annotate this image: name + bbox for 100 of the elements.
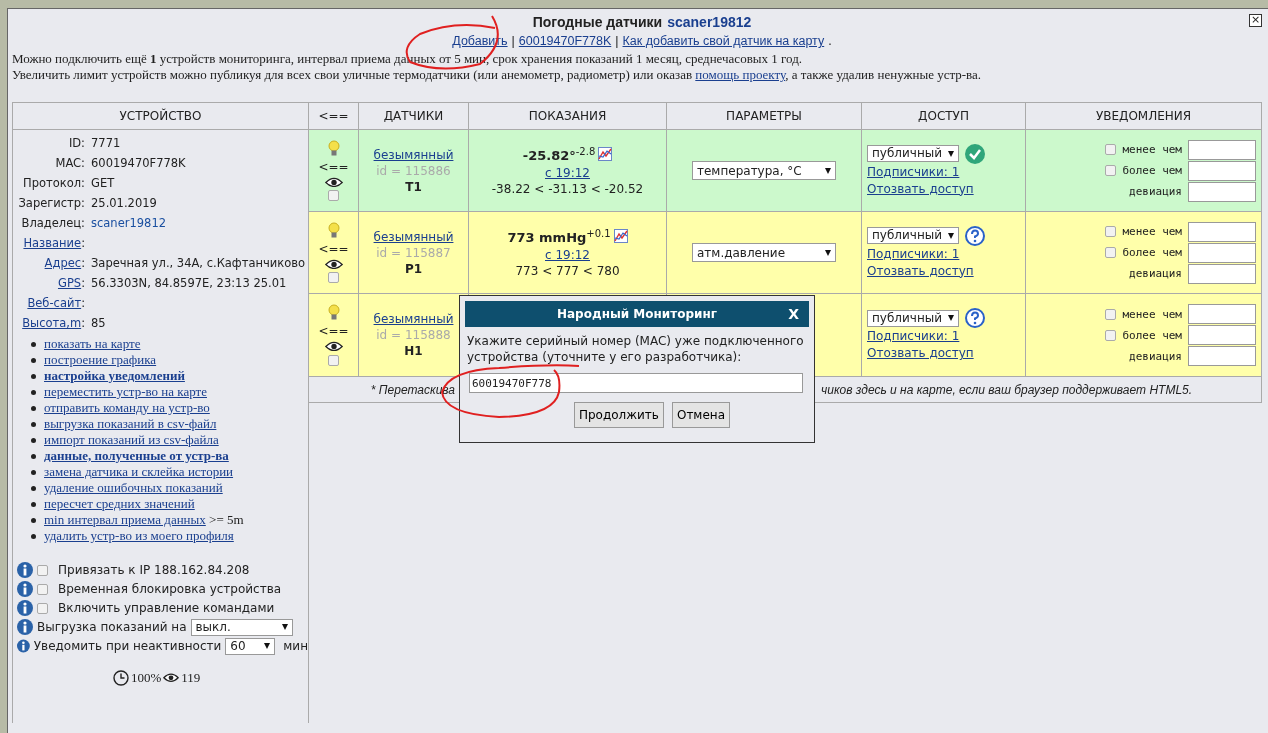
- help-icon[interactable]: [965, 225, 985, 246]
- bullet-icon: [31, 389, 36, 395]
- sensor-code: H1: [404, 343, 423, 359]
- caret-icon: [264, 643, 271, 649]
- bullet-icon: [31, 501, 36, 507]
- since-link[interactable]: с 19:12: [545, 246, 590, 263]
- checkbox[interactable]: [328, 272, 339, 284]
- bullet-icon: [31, 469, 36, 475]
- access-dropdown[interactable]: публичный: [867, 145, 959, 162]
- threshold-field[interactable]: [1188, 263, 1256, 284]
- parameter-dropdown[interactable]: температура, °C: [692, 161, 836, 180]
- info-icon[interactable]: [17, 562, 33, 578]
- threshold-field[interactable]: [1188, 304, 1256, 324]
- field-value[interactable]: scaner19812: [91, 216, 308, 230]
- column-header: ДОСТУП: [862, 102, 1026, 130]
- clock-icon: [113, 670, 129, 686]
- action-link[interactable]: min интервал приема данных: [44, 512, 206, 527]
- threshold-field[interactable]: [1188, 221, 1256, 242]
- threshold-field[interactable]: [1188, 346, 1256, 366]
- action-link[interactable]: показать на карте: [44, 336, 141, 351]
- checkbox[interactable]: [37, 583, 48, 595]
- eye-icon[interactable]: [324, 258, 343, 270]
- eye-icon[interactable]: [324, 176, 343, 188]
- action-link[interactable]: импорт показаний из csv-файла: [44, 432, 219, 447]
- checkbox[interactable]: [1105, 144, 1117, 155]
- checkbox[interactable]: [1105, 226, 1117, 237]
- checkbox[interactable]: [37, 602, 48, 614]
- action-link[interactable]: выгрузка показаний в csv-файл: [44, 416, 217, 431]
- dropdown[interactable]: 60: [225, 637, 276, 655]
- field-label: MAC:: [55, 156, 85, 170]
- threshold-field[interactable]: [1188, 181, 1256, 202]
- action-link[interactable]: удаление ошибочных показаний: [44, 480, 223, 495]
- arrow-text[interactable]: <==: [318, 241, 349, 256]
- field-label[interactable]: Высота,m:: [22, 316, 85, 330]
- dialog-button[interactable]: Отмена: [671, 402, 730, 428]
- revoke-link[interactable]: Отозвать доступ: [867, 345, 974, 362]
- chart-icon[interactable]: [613, 229, 628, 244]
- checkbox[interactable]: [1105, 165, 1117, 176]
- info-icon[interactable]: [17, 619, 33, 635]
- field-value: 25.01.2019: [91, 196, 158, 210]
- bullet-icon: [31, 421, 36, 427]
- info-icon[interactable]: [17, 638, 30, 654]
- access-dropdown[interactable]: публичный: [867, 309, 959, 327]
- caret-icon: [948, 232, 954, 239]
- info-icon[interactable]: [17, 581, 33, 597]
- chart-icon[interactable]: [598, 147, 613, 162]
- action-link[interactable]: переместить устр-во на карте: [44, 384, 207, 399]
- action-link[interactable]: построение графика: [44, 352, 157, 367]
- action-link[interactable]: данные, полученные от устр-ва: [44, 448, 229, 463]
- field-label[interactable]: Название:: [23, 236, 85, 250]
- threshold-field[interactable]: [1188, 139, 1256, 160]
- eye-icon[interactable]: [163, 673, 180, 683]
- alert-label: девиация: [1129, 349, 1182, 363]
- sensor-name-link[interactable]: безымянный: [373, 311, 454, 327]
- alert-label: более чем: [1122, 164, 1182, 177]
- bullet-icon: [31, 405, 36, 411]
- owner-link[interactable]: scaner19812: [667, 14, 752, 30]
- checkbox[interactable]: [37, 564, 48, 576]
- access-dropdown[interactable]: публичный: [867, 227, 959, 244]
- threshold-field[interactable]: [1188, 242, 1256, 263]
- action-link[interactable]: настройка уведомлений: [44, 368, 185, 383]
- subscribers-link[interactable]: Подписчики: 1: [867, 163, 960, 181]
- action-link[interactable]: замена датчика и склейка истории: [44, 464, 234, 479]
- help-icon[interactable]: [965, 308, 985, 328]
- field-label[interactable]: Адрес:: [44, 256, 85, 270]
- checkbox[interactable]: [1105, 329, 1117, 341]
- eye-icon[interactable]: [324, 341, 343, 352]
- caret-icon: [825, 249, 831, 256]
- sensor-name-link[interactable]: безымянный: [373, 146, 454, 163]
- arrow-text[interactable]: <==: [318, 324, 349, 339]
- option-label: Включить управление командами: [58, 601, 275, 615]
- action-link[interactable]: пересчет средних значений: [44, 496, 195, 511]
- action-link[interactable]: отправить команду на устр-во: [44, 400, 210, 415]
- since-link[interactable]: с 19:12: [545, 164, 590, 181]
- checkbox[interactable]: [1105, 308, 1117, 320]
- field-label[interactable]: GPS:: [57, 276, 85, 290]
- revoke-link[interactable]: Отозвать доступ: [867, 180, 974, 198]
- header-link[interactable]: 60019470F778K: [518, 34, 612, 48]
- close-button[interactable]: ×: [1249, 14, 1262, 27]
- header-link[interactable]: Как добавить свой датчик на карту: [622, 34, 825, 48]
- checkbox[interactable]: [328, 190, 339, 202]
- revoke-link[interactable]: Отозвать доступ: [867, 262, 974, 280]
- sensor-code: T1: [405, 178, 422, 195]
- dropdown[interactable]: выкл.: [190, 618, 293, 636]
- sensor-name-link[interactable]: безымянный: [373, 228, 454, 245]
- mac-input-field[interactable]: 60019470F778: [469, 373, 803, 393]
- field-label[interactable]: Веб-сайт:: [27, 296, 85, 310]
- threshold-field[interactable]: [1188, 160, 1256, 181]
- info-icon[interactable]: [17, 600, 33, 616]
- parameter-dropdown[interactable]: атм.давление: [692, 243, 836, 262]
- action-link[interactable]: удалить устр-во из моего профиля: [44, 528, 234, 543]
- close-button[interactable]: X: [788, 306, 799, 322]
- range-text: -38.22 < -31.13 < -20.52: [491, 180, 644, 197]
- dialog-button[interactable]: Продолжить: [573, 402, 664, 428]
- threshold-field[interactable]: [1188, 325, 1256, 345]
- checkbox[interactable]: [1105, 247, 1117, 258]
- subscribers-link[interactable]: Подписчики: 1: [867, 328, 960, 345]
- checkbox[interactable]: [328, 354, 339, 366]
- subscribers-link[interactable]: Подписчики: 1: [867, 245, 960, 263]
- arrow-text[interactable]: <==: [318, 159, 349, 174]
